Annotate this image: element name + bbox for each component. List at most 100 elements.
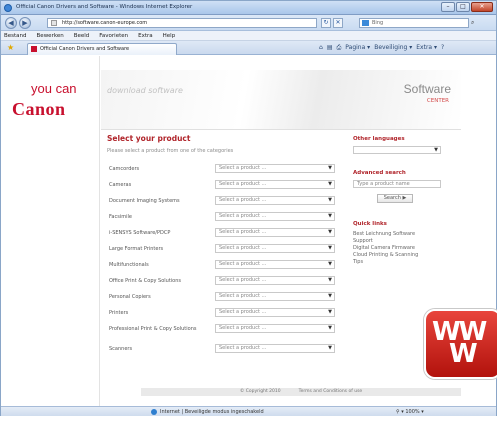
category-label: Scanners: [109, 346, 133, 352]
zoom-control[interactable]: ⚲ ▾ 100% ▾: [396, 408, 424, 416]
dropdown-arrow-icon: ▼: [328, 309, 332, 315]
maximize-button[interactable]: □: [456, 2, 470, 12]
dropdown-arrow-icon: ▼: [328, 293, 332, 299]
safety-menu[interactable]: Beveiliging ▾: [374, 44, 412, 52]
search-icon[interactable]: ⌕: [471, 18, 485, 28]
status-bar: Internet | Beveiligde modus ingeschakeld…: [1, 406, 496, 416]
stop-icon[interactable]: ✕: [333, 18, 343, 28]
header-banner: download software Software CENTER: [101, 70, 461, 130]
menu-item-edit[interactable]: Bewerken: [37, 31, 64, 40]
quick-link[interactable]: Tips: [353, 259, 448, 266]
category-label: Office Print & Copy Solutions: [109, 278, 182, 284]
address-tools: ↻ ✕: [321, 18, 343, 28]
quick-link[interactable]: Support: [353, 238, 448, 245]
badge-line-2: W: [449, 339, 478, 369]
product-select[interactable]: Select a product ... ▼: [215, 308, 335, 317]
select-value: Select a product ...: [219, 213, 267, 219]
sidebar: Other languages ▼ Advanced search Type a…: [353, 136, 448, 266]
terms-link[interactable]: Terms and Conditions of use: [299, 388, 363, 396]
dropdown-arrow-icon: ▼: [328, 229, 332, 235]
canon-logo[interactable]: Canon: [12, 99, 66, 120]
url-text: http://software.canon-europe.com: [62, 20, 148, 26]
feeds-icon[interactable]: ▤: [327, 44, 333, 52]
languages-heading: Other languages: [353, 136, 405, 142]
home-icon[interactable]: ⌂: [319, 44, 323, 52]
product-select[interactable]: Select a product ... ▼: [215, 260, 335, 269]
product-select[interactable]: Select a product ... ▼: [215, 196, 335, 205]
menu-item-view[interactable]: Beeld: [74, 31, 90, 40]
minimize-button[interactable]: –: [441, 2, 455, 12]
page-title: Select your product: [107, 134, 191, 143]
quick-links-heading: Quick links: [353, 221, 387, 227]
dropdown-arrow-icon: ▼: [328, 181, 332, 187]
tab-canon[interactable]: Official Canon Drivers and Software: [27, 43, 177, 55]
category-label: Facsimile: [109, 214, 132, 220]
product-select[interactable]: Select a product ... ▼: [215, 212, 335, 221]
menu-item-favorites[interactable]: Favorieten: [99, 31, 128, 40]
www-badge-icon: WW W: [424, 309, 497, 379]
menu-bar: Bestand Bewerken Beeld Favorieten Extra …: [1, 31, 496, 41]
command-bar: ⌂ ▤ ⎙ Pagina ▾ Beveiliging ▾ Extra ▾ ?: [319, 44, 444, 52]
globe-icon: [151, 409, 157, 415]
url-field[interactable]: http://software.canon-europe.com: [47, 18, 317, 28]
quick-link[interactable]: Cloud Printing & Scanning: [353, 252, 448, 259]
print-icon[interactable]: ⎙: [336, 44, 341, 52]
dropdown-arrow-icon: ▼: [328, 245, 332, 251]
quick-link[interactable]: Digital Camera Firmware: [353, 245, 448, 252]
category-label: i-SENSYS Software/PDCP: [109, 230, 171, 236]
category-row: i-SENSYS Software/PDCP Select a product …: [107, 227, 345, 243]
back-button[interactable]: ◀: [5, 17, 17, 29]
search-provider-icon: [362, 20, 369, 26]
select-value: Select a product ...: [219, 261, 267, 267]
menu-item-tools[interactable]: Extra: [138, 31, 153, 40]
product-select[interactable]: Select a product ... ▼: [215, 344, 335, 353]
tab-label: Official Canon Drivers and Software: [40, 46, 130, 52]
search-input[interactable]: Bing: [359, 18, 469, 28]
page-menu[interactable]: Pagina ▾: [345, 44, 370, 52]
category-row: Large Format Printers Select a product .…: [107, 243, 345, 259]
select-value: Select a product ...: [219, 309, 267, 315]
tools-menu[interactable]: Extra ▾: [416, 44, 437, 52]
title-bar: Official Canon Drivers and Software - Wi…: [1, 1, 496, 15]
security-zone[interactable]: Internet | Beveiligde modus ingeschakeld: [151, 408, 264, 416]
page-icon: [51, 20, 57, 26]
category-label: Professional Print & Copy Solutions: [109, 326, 197, 332]
menu-item-file[interactable]: Bestand: [4, 31, 27, 40]
product-select[interactable]: Select a product ... ▼: [215, 228, 335, 237]
select-value: Select a product ...: [219, 277, 267, 283]
favorites-star-icon[interactable]: ★: [7, 44, 14, 52]
category-row: Professional Print & Copy Solutions Sele…: [107, 323, 345, 343]
category-label: Camcorders: [109, 166, 140, 172]
software-center-subtitle: CENTER: [426, 98, 449, 104]
forward-button[interactable]: ▶: [19, 17, 31, 29]
category-row: Document Imaging Systems Select a produc…: [107, 195, 345, 211]
category-label: Personal Copiers: [109, 294, 151, 300]
category-row: Office Print & Copy Solutions Select a p…: [107, 275, 345, 291]
zone-text: Internet | Beveiligde modus ingeschakeld: [160, 409, 264, 415]
product-selector: Select your product Please select a prod…: [107, 134, 345, 359]
product-select[interactable]: Select a product ... ▼: [215, 276, 335, 285]
language-select[interactable]: ▼: [353, 146, 441, 154]
product-select[interactable]: Select a product ... ▼: [215, 164, 335, 173]
category-label: Large Format Printers: [109, 246, 164, 252]
close-button[interactable]: ✕: [471, 2, 493, 12]
dropdown-arrow-icon: ▼: [328, 197, 332, 203]
refresh-icon[interactable]: ↻: [321, 18, 331, 28]
window-controls: – □ ✕: [441, 2, 493, 12]
product-select[interactable]: Select a product ... ▼: [215, 244, 335, 253]
internet-explorer-icon: [4, 4, 12, 12]
advanced-search-heading: Advanced search: [353, 170, 406, 176]
dropdown-arrow-icon: ▼: [328, 345, 332, 351]
menu-item-help[interactable]: Help: [163, 31, 176, 40]
product-select[interactable]: Select a product ... ▼: [215, 180, 335, 189]
help-icon[interactable]: ?: [441, 44, 444, 52]
search-button[interactable]: Search ▶: [377, 194, 413, 203]
quick-link[interactable]: Best Leichnung Software: [353, 231, 448, 238]
select-value: Select a product ...: [219, 197, 267, 203]
product-select[interactable]: Select a product ... ▼: [215, 292, 335, 301]
product-select[interactable]: Select a product ... ▼: [215, 324, 335, 333]
select-value: Select a product ...: [219, 345, 267, 351]
product-search-input[interactable]: Type a product name: [353, 180, 441, 188]
select-value: Select a product ...: [219, 325, 267, 331]
category-row: Scanners Select a product ... ▼: [107, 343, 345, 359]
